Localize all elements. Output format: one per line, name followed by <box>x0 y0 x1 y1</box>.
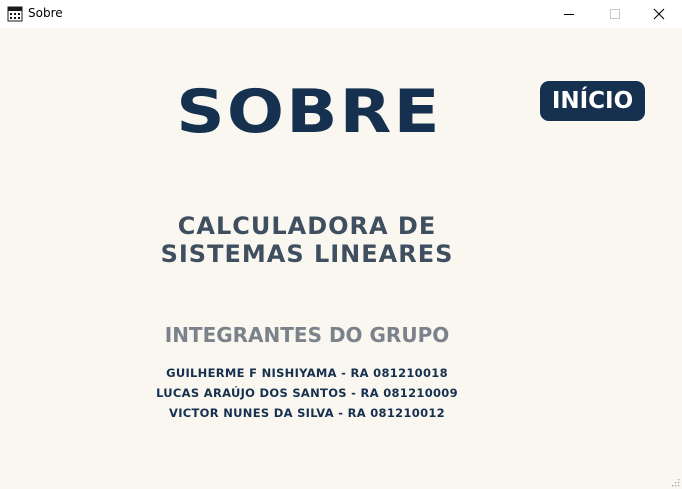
subtitle-line-1: CALCULADORA DE <box>177 212 437 240</box>
close-button[interactable] <box>636 0 682 28</box>
members-list: GUILHERME F NISHIYAMA - RA 081210018 LUC… <box>120 363 494 423</box>
window-title: Sobre <box>28 6 63 20</box>
member-item: LUCAS ARAÚJO DOS SANTOS - RA 081210009 <box>156 386 458 400</box>
page-title: SOBRE <box>176 77 442 147</box>
group-heading: INTEGRANTES DO GRUPO <box>164 323 450 347</box>
calculator-icon <box>7 6 23 22</box>
window-titlebar: Sobre <box>0 0 682 28</box>
maximize-button[interactable] <box>592 0 638 28</box>
member-item: VICTOR NUNES DA SILVA - RA 081210012 <box>169 406 445 420</box>
member-item: GUILHERME F NISHIYAMA - RA 081210018 <box>166 366 448 380</box>
maximize-icon <box>610 9 620 19</box>
minimize-icon <box>564 14 574 15</box>
subtitle-line-2: SISTEMAS LINEARES <box>160 240 454 268</box>
home-button[interactable]: INÍCIO <box>540 81 645 121</box>
resize-grip-icon[interactable] <box>670 477 680 487</box>
content-area: SOBRE INÍCIO CALCULADORA DE SISTEMAS LIN… <box>0 28 682 489</box>
minimize-button[interactable] <box>546 0 592 28</box>
app-subtitle: CALCULADORA DE SISTEMAS LINEARES <box>120 212 494 268</box>
close-icon <box>653 8 665 20</box>
